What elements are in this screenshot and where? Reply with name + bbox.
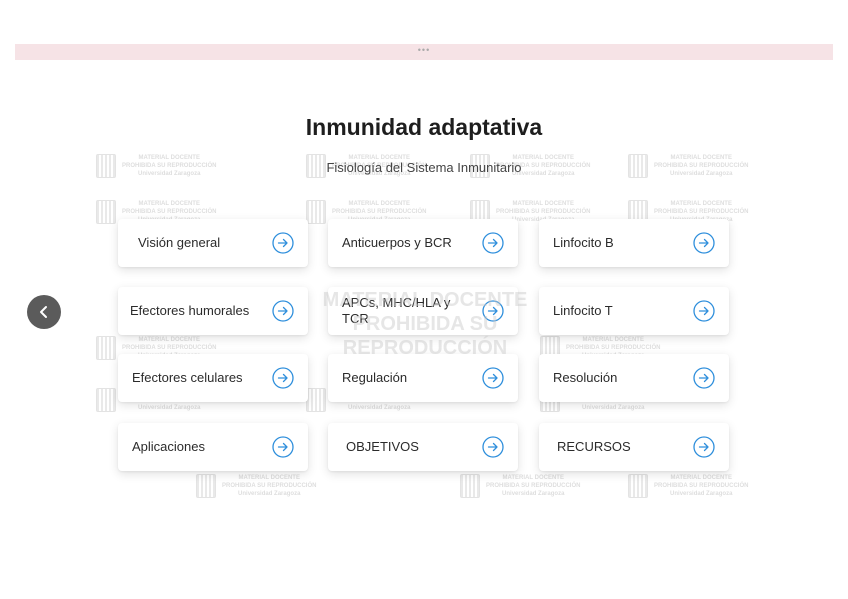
card-label: Efectores celulares xyxy=(132,370,243,385)
watermark-text: Universidad Zaragoza xyxy=(670,491,733,497)
card-label: Anticuerpos y BCR xyxy=(342,235,452,250)
watermark-text: Universidad Zaragoza xyxy=(348,405,411,411)
arrow-right-circle-icon xyxy=(482,300,504,322)
watermark-text: Universidad Zaragoza xyxy=(502,491,565,497)
back-button[interactable] xyxy=(27,295,61,329)
watermark-text: Universidad Zaragoza xyxy=(238,491,301,497)
card-efectores-humorales[interactable]: Efectores humorales xyxy=(118,287,308,335)
watermark-text: MATERIAL DOCENTE xyxy=(348,201,410,207)
watermark-logo: MATERIAL DOCENTE PROHIBIDA SU REPRODUCCI… xyxy=(460,474,580,498)
card-label: OBJETIVOS xyxy=(346,439,419,454)
arrow-right-circle-icon xyxy=(482,232,504,254)
card-aplicaciones[interactable]: Aplicaciones xyxy=(118,423,308,471)
page-subtitle: Fisiología del Sistema Inmunitario xyxy=(326,160,522,175)
watermark-logo: MATERIAL DOCENTE PROHIBIDA SU REPRODUCCI… xyxy=(196,474,316,498)
watermark-text: PROHIBIDA SU REPRODUCCIÓN xyxy=(566,345,661,351)
watermark-text: MATERIAL DOCENTE xyxy=(238,475,300,481)
watermark-text: MATERIAL DOCENTE xyxy=(670,201,732,207)
university-logo-icon xyxy=(306,200,326,224)
card-label: Regulación xyxy=(342,370,408,385)
watermark-text: MATERIAL DOCENTE xyxy=(138,201,200,207)
top-drag-bar[interactable]: ••• xyxy=(15,44,833,60)
watermark-text: Universidad Zaragoza xyxy=(582,405,645,411)
university-logo-icon xyxy=(460,474,480,498)
card-anticuerpos-bcr[interactable]: Anticuerpos y BCR xyxy=(328,219,518,267)
watermark-text: MATERIAL DOCENTE xyxy=(582,337,644,343)
watermark-logo: MATERIAL DOCENTE PROHIBIDA SU REPRODUCCI… xyxy=(628,474,748,498)
card-regulacion[interactable]: Regulación xyxy=(328,354,518,402)
card-objetivos[interactable]: OBJETIVOS xyxy=(328,423,518,471)
chevron-left-icon xyxy=(40,306,47,318)
watermark-text: PROHIBIDA SU REPRODUCCIÓN xyxy=(122,345,217,351)
university-logo-icon xyxy=(96,200,116,224)
card-label: Aplicaciones xyxy=(132,439,205,454)
arrow-right-circle-icon xyxy=(272,436,294,458)
arrow-right-circle-icon xyxy=(272,367,294,389)
card-linfocito-b[interactable]: Linfocito B xyxy=(539,219,729,267)
card-label: RECURSOS xyxy=(557,439,631,454)
university-logo-icon xyxy=(628,474,648,498)
arrow-right-circle-icon xyxy=(693,436,715,458)
arrow-right-circle-icon xyxy=(693,232,715,254)
card-label: Efectores humorales xyxy=(130,303,250,318)
university-logo-icon xyxy=(196,474,216,498)
card-label: Linfocito B xyxy=(553,235,614,250)
arrow-right-circle-icon xyxy=(482,436,504,458)
card-label: APCs, MHC/HLA y TCR xyxy=(342,295,451,326)
watermark-text: PROHIBIDA SU REPRODUCCIÓN xyxy=(332,209,427,215)
university-logo-icon xyxy=(306,388,326,412)
university-logo-icon xyxy=(96,388,116,412)
drag-handle-dots: ••• xyxy=(417,44,431,55)
arrow-right-circle-icon xyxy=(693,300,715,322)
arrow-right-circle-icon xyxy=(272,232,294,254)
arrow-right-circle-icon xyxy=(272,300,294,322)
card-label: Linfocito T xyxy=(553,303,613,318)
watermark-text: PROHIBIDA SU REPRODUCCIÓN xyxy=(222,483,317,489)
university-logo-icon xyxy=(96,336,116,360)
card-label: Visión general xyxy=(138,235,221,250)
watermark-text: PROHIBIDA SU REPRODUCCIÓN xyxy=(486,483,581,489)
card-apcs-mhc-tcr[interactable]: APCs, MHC/HLA y TCR xyxy=(328,287,518,335)
card-resolucion[interactable]: Resolución xyxy=(539,354,729,402)
watermark-text: PROHIBIDA SU REPRODUCCIÓN xyxy=(654,209,749,215)
card-label: Resolución xyxy=(553,370,618,385)
watermark-text: PROHIBIDA SU REPRODUCCIÓN xyxy=(122,209,217,215)
page-title: Inmunidad adaptativa xyxy=(305,114,543,140)
arrow-right-circle-icon xyxy=(482,367,504,389)
watermark-text: PROHIBIDA SU REPRODUCCIÓN xyxy=(654,483,749,489)
watermark-text: Universidad Zaragoza xyxy=(138,405,201,411)
watermark-text: MATERIAL DOCENTE xyxy=(138,337,200,343)
arrow-right-circle-icon xyxy=(693,367,715,389)
watermark-text: MATERIAL DOCENTE xyxy=(670,475,732,481)
watermark-text: PROHIBIDA SU REPRODUCCIÓN xyxy=(496,209,591,215)
card-vision-general[interactable]: Visión general xyxy=(118,219,308,267)
watermark-text: MATERIAL DOCENTE xyxy=(502,475,564,481)
card-efectores-celulares[interactable]: Efectores celulares xyxy=(118,354,308,402)
watermark-text: MATERIAL DOCENTE xyxy=(512,201,574,207)
card-linfocito-t[interactable]: Linfocito T xyxy=(539,287,729,335)
card-recursos[interactable]: RECURSOS xyxy=(539,423,729,471)
